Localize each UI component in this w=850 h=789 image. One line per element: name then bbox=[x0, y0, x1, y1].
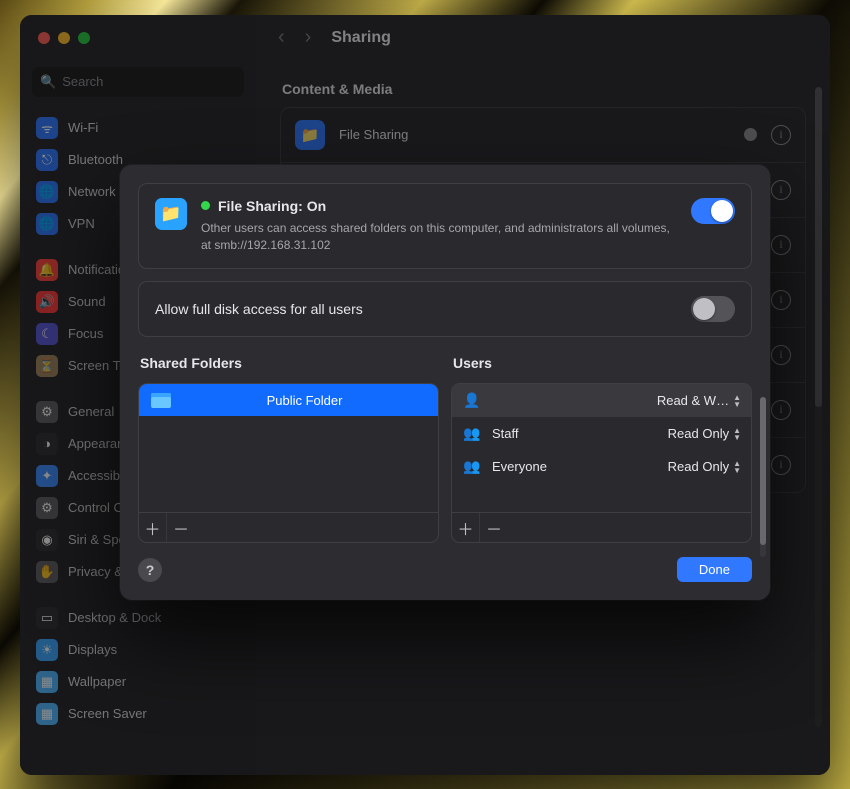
info-icon[interactable]: i bbox=[771, 455, 791, 475]
screen-time-icon: ⏳ bbox=[36, 355, 58, 377]
file-sharing-sheet: 📁 File Sharing: On Other users can acces… bbox=[120, 165, 770, 601]
search-input[interactable]: 🔍 Search bbox=[32, 67, 244, 97]
full-disk-access-label: Allow full disk access for all users bbox=[155, 301, 691, 317]
network-icon: 🌐 bbox=[36, 181, 58, 203]
sidebar-item-label: Wallpaper bbox=[68, 674, 126, 689]
sheet-scrollbar[interactable] bbox=[760, 397, 766, 557]
sidebar-item-wallpaper[interactable]: ▦ Wallpaper bbox=[30, 667, 246, 697]
shared-folder-row[interactable]: Public Folder bbox=[139, 384, 438, 416]
folder-icon bbox=[151, 393, 171, 408]
siri-spotlight-icon: ◉ bbox=[36, 529, 58, 551]
chevron-up-down-icon: ▲▼ bbox=[733, 394, 741, 408]
service-row[interactable]: 📁 File Sharing i bbox=[281, 108, 805, 162]
service-status-dot bbox=[744, 128, 757, 141]
sidebar-item-label: VPN bbox=[68, 216, 95, 231]
sidebar-item-screen-saver[interactable]: ▦ Screen Saver bbox=[30, 699, 246, 729]
permission-select[interactable]: Read Only▲▼ bbox=[668, 426, 741, 441]
control-center-icon: ⚙ bbox=[36, 497, 58, 519]
users-header: Users bbox=[453, 355, 750, 371]
search-placeholder: Search bbox=[62, 74, 103, 89]
file-sharing-description: Other users can access shared folders on… bbox=[201, 220, 677, 255]
file-sharing-toggle[interactable] bbox=[691, 198, 735, 224]
focus-icon: ☾ bbox=[36, 323, 58, 345]
vpn-icon: 🌐 bbox=[36, 213, 58, 235]
folder-icon: 📁 bbox=[155, 198, 187, 230]
service-icon: 📁 bbox=[295, 120, 325, 150]
window-titlebar bbox=[20, 15, 256, 61]
close-window-button[interactable] bbox=[38, 32, 50, 44]
sidebar-item-label: Wi-Fi bbox=[68, 120, 98, 135]
user-name: Staff bbox=[492, 426, 658, 441]
general-icon: ⚙ bbox=[36, 401, 58, 423]
system-settings-window: 🔍 Search ᯤWi-Fi⎋Bluetooth🌐Network🌐VPN🔔No… bbox=[20, 15, 830, 775]
remove-folder-button[interactable]: － bbox=[167, 513, 195, 542]
appearance-icon: ◑ bbox=[36, 433, 58, 455]
add-folder-button[interactable]: ＋ bbox=[139, 513, 167, 542]
done-button[interactable]: Done bbox=[677, 557, 752, 582]
sidebar-item-label: Displays bbox=[68, 642, 117, 657]
full-disk-access-toggle[interactable] bbox=[691, 296, 735, 322]
wallpaper-icon: ▦ bbox=[36, 671, 58, 693]
minimize-window-button[interactable] bbox=[58, 32, 70, 44]
back-button[interactable]: ‹ bbox=[278, 26, 285, 49]
help-button[interactable]: ? bbox=[138, 558, 162, 582]
info-icon[interactable]: i bbox=[771, 235, 791, 255]
sidebar-item-displays[interactable]: ☀ Displays bbox=[30, 635, 246, 665]
screen-saver-icon: ▦ bbox=[36, 703, 58, 725]
file-sharing-title: File Sharing: On bbox=[201, 198, 677, 214]
full-disk-access-panel: Allow full disk access for all users bbox=[138, 281, 752, 337]
info-icon[interactable]: i bbox=[771, 400, 791, 420]
info-icon[interactable]: i bbox=[771, 125, 791, 145]
sidebar-item-label: General bbox=[68, 404, 114, 419]
user-icon: 👥 bbox=[462, 458, 482, 475]
remove-user-button[interactable]: － bbox=[480, 513, 508, 542]
service-label: File Sharing bbox=[339, 127, 730, 142]
file-sharing-header-panel: 📁 File Sharing: On Other users can acces… bbox=[138, 183, 752, 270]
chevron-up-down-icon: ▲▼ bbox=[733, 427, 741, 441]
sound-icon: 🔊 bbox=[36, 291, 58, 313]
sidebar-item-wi-fi[interactable]: ᯤ Wi-Fi bbox=[30, 113, 246, 143]
sidebar-item-label: Network bbox=[68, 184, 116, 199]
displays-icon: ☀ bbox=[36, 639, 58, 661]
notifications-icon: 🔔 bbox=[36, 259, 58, 281]
user-icon: 👥 bbox=[462, 425, 482, 442]
permission-select[interactable]: Read Only▲▼ bbox=[668, 459, 741, 474]
info-icon[interactable]: i bbox=[771, 180, 791, 200]
user-row[interactable]: 👤 Read & W…▲▼ bbox=[452, 384, 751, 417]
search-icon: 🔍 bbox=[40, 74, 56, 90]
privacy-security-icon: ✋ bbox=[36, 561, 58, 583]
wi-fi-icon: ᯤ bbox=[36, 117, 58, 139]
main-header: ‹ › Sharing bbox=[256, 15, 830, 61]
permission-select[interactable]: Read & W…▲▼ bbox=[657, 393, 741, 408]
main-scrollbar[interactable] bbox=[815, 87, 822, 727]
bluetooth-icon: ⎋ bbox=[36, 149, 58, 171]
user-icon: 👤 bbox=[462, 392, 482, 409]
accessibility-icon: ✦ bbox=[36, 465, 58, 487]
shared-folders-list: Public Folder ＋ － bbox=[138, 383, 439, 543]
section-content-media: Content & Media bbox=[282, 81, 804, 97]
forward-button[interactable]: › bbox=[305, 26, 312, 49]
user-name: Everyone bbox=[492, 459, 658, 474]
chevron-up-down-icon: ▲▼ bbox=[733, 460, 741, 474]
sidebar-item-label: Sound bbox=[68, 294, 106, 309]
info-icon[interactable]: i bbox=[771, 290, 791, 310]
sidebar-item-label: Screen Saver bbox=[68, 706, 147, 721]
users-list: 👤 Read & W…▲▼ 👥 Staff Read Only▲▼ 👥 Everyone Re… bbox=[451, 383, 752, 543]
folder-name: Public Folder bbox=[183, 393, 426, 408]
page-title: Sharing bbox=[331, 29, 391, 47]
user-row[interactable]: 👥 Staff Read Only▲▼ bbox=[452, 417, 751, 450]
sidebar-item-label: Focus bbox=[68, 326, 103, 341]
status-dot-on bbox=[201, 201, 210, 210]
maximize-window-button[interactable] bbox=[78, 32, 90, 44]
add-user-button[interactable]: ＋ bbox=[452, 513, 480, 542]
sidebar-item-desktop-dock[interactable]: ▭ Desktop & Dock bbox=[30, 603, 246, 633]
info-icon[interactable]: i bbox=[771, 345, 791, 365]
sidebar-item-label: Desktop & Dock bbox=[68, 610, 161, 625]
desktop-dock-icon: ▭ bbox=[36, 607, 58, 629]
shared-folders-header: Shared Folders bbox=[140, 355, 437, 371]
sidebar-item-label: Bluetooth bbox=[68, 152, 123, 167]
user-row[interactable]: 👥 Everyone Read Only▲▼ bbox=[452, 450, 751, 483]
